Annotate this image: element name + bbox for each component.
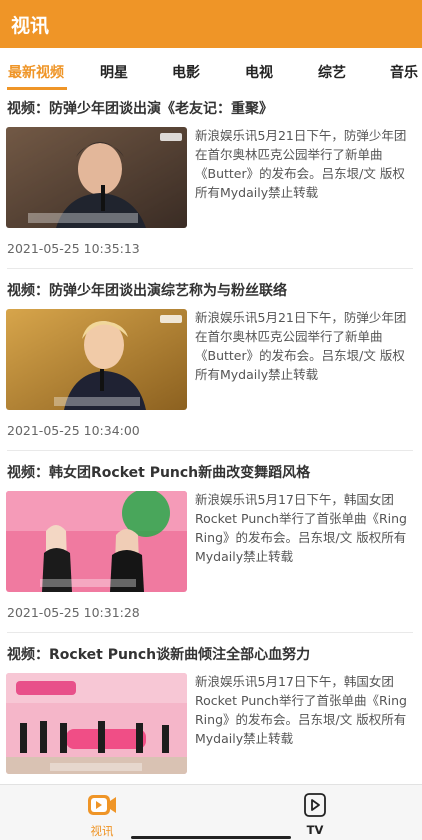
tab-latest-videos[interactable]: 最新视频 — [8, 62, 64, 82]
video-thumbnail[interactable] — [6, 673, 187, 774]
nav-label: TV — [306, 823, 324, 837]
bottom-nav: 视讯 TV — [0, 784, 422, 840]
video-thumbnail[interactable] — [6, 127, 187, 228]
tab-variety[interactable]: 综艺 — [318, 62, 346, 82]
divider — [7, 450, 413, 451]
article-title[interactable]: 视频：防弹少年团谈出演综艺称为与粉丝联络 — [7, 280, 287, 300]
video-thumbnail[interactable] — [6, 309, 187, 410]
article-summary: 新浪娱乐讯5月17日下午，韩国女团Rocket Punch举行了首张单曲《Rin… — [195, 674, 407, 746]
article-title[interactable]: 视频：防弹少年团谈出演《老友记：重聚》 — [7, 98, 273, 118]
tab-stars[interactable]: 明星 — [100, 62, 128, 82]
article-title[interactable]: 视频：韩女团Rocket Punch新曲改变舞蹈风格 — [7, 462, 310, 482]
tab-tv[interactable]: 电视 — [245, 62, 273, 82]
article-timestamp: 2021-05-25 10:34:00 — [7, 423, 140, 438]
nav-item-tv[interactable]: TV — [285, 791, 345, 837]
nav-label: 视讯 — [90, 824, 114, 838]
home-indicator — [131, 836, 291, 839]
category-tabs: 最新视频 明星 电影 电视 综艺 音乐 — [0, 48, 422, 92]
video-thumbnail[interactable] — [6, 491, 187, 592]
page-title: 视讯 — [11, 14, 50, 37]
app-header: 视讯 — [0, 0, 422, 48]
nav-item-video[interactable]: 视讯 — [72, 791, 132, 839]
article-summary: 新浪娱乐讯5月17日下午，韩国女团Rocket Punch举行了首张单曲《Rin… — [195, 492, 407, 564]
divider — [7, 268, 413, 269]
divider — [7, 632, 413, 633]
active-tab-indicator — [7, 87, 67, 90]
tv-play-icon — [304, 793, 326, 817]
tab-movies[interactable]: 电影 — [172, 62, 200, 82]
article-summary: 新浪娱乐讯5月21日下午，防弹少年团在首尔奥林匹克公园举行了新单曲《Butter… — [195, 310, 407, 382]
article-timestamp: 2021-05-25 10:35:13 — [7, 241, 140, 256]
article-title[interactable]: 视频：Rocket Punch谈新曲倾注全部心血努力 — [7, 644, 310, 664]
article-timestamp: 2021-05-25 10:31:28 — [7, 605, 140, 620]
video-camera-icon — [88, 795, 116, 815]
tab-music[interactable]: 音乐 — [390, 62, 418, 82]
article-summary: 新浪娱乐讯5月21日下午，防弹少年团在首尔奥林匹克公园举行了新单曲《Butter… — [195, 128, 407, 200]
